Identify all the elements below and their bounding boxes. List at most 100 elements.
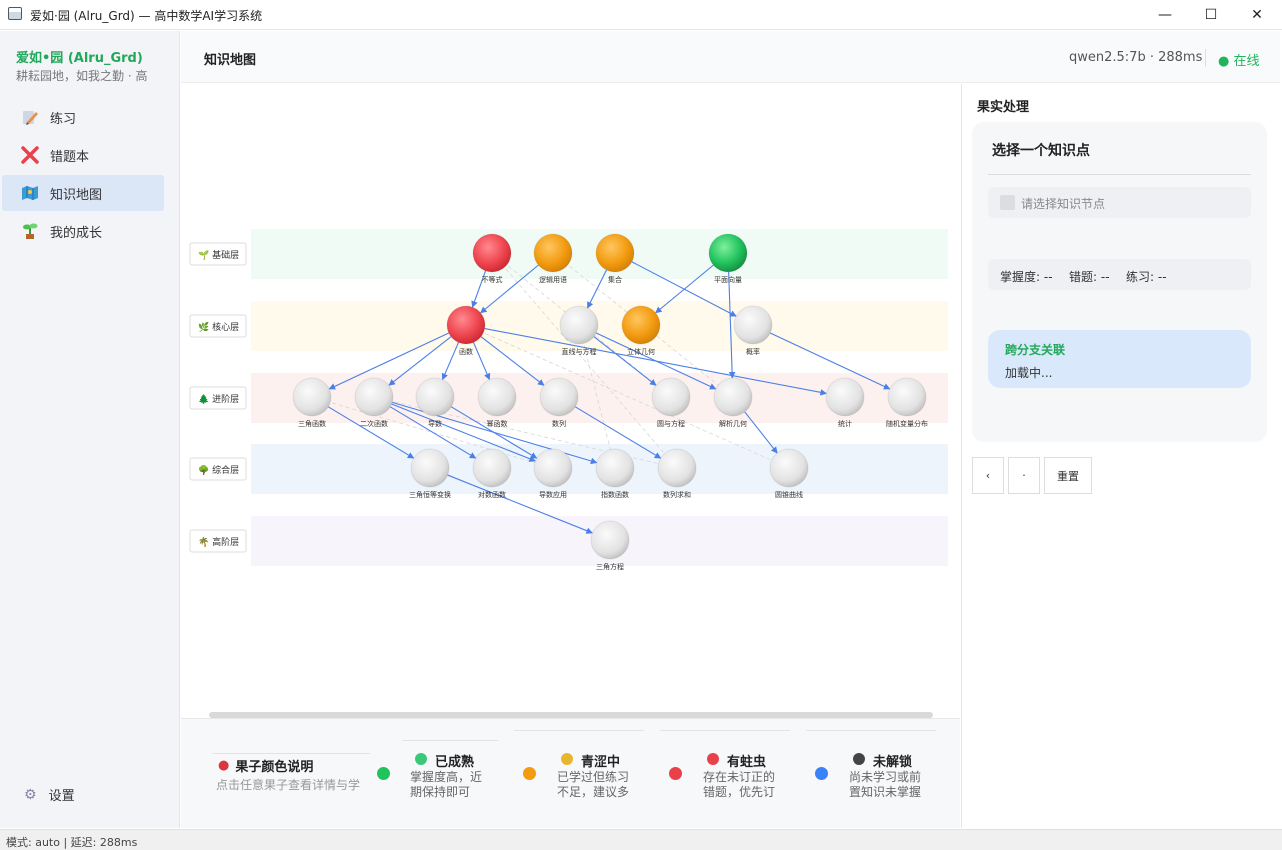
legend-title-text: 果子颜色说明 bbox=[235, 760, 314, 775]
maximize-button[interactable]: ☐ bbox=[1188, 0, 1234, 30]
green-dot bbox=[523, 767, 536, 780]
legend-hint: 点击任意果子查看详情与学 bbox=[216, 778, 361, 792]
brand-name: 爱如•园 (Alru_Grd) bbox=[16, 51, 143, 66]
knowledge-node[interactable]: 立体几何 bbox=[621, 305, 661, 356]
fruit-grey bbox=[533, 448, 573, 488]
close-button[interactable]: ✕ bbox=[1234, 0, 1280, 30]
fruit-grey bbox=[651, 377, 691, 417]
legend-desc: 尚未学习或前置知识未掌握 bbox=[849, 770, 922, 799]
node-label: 直线与方程 bbox=[562, 347, 597, 356]
knowledge-node[interactable]: 指数函数 bbox=[595, 448, 635, 499]
sidebar-item-label: 知识地图 bbox=[50, 187, 103, 203]
app-icon bbox=[8, 7, 22, 20]
sidebar-item-knowledge-map[interactable]: 知识地图 bbox=[2, 175, 164, 211]
cross-branch-title: 跨分支关联 bbox=[1005, 343, 1066, 357]
knowledge-map[interactable]: 🌱 基础层 🌿 核心层 🌲 进阶层 🌳 综合层 🌴 高阶层 不等式 逻辑用语 集合 平面向量函… bbox=[181, 84, 959, 718]
brand-motto: 耕耘园地，如我之勤 · 高 bbox=[16, 69, 148, 83]
knowledge-node[interactable]: 三角函数 bbox=[292, 377, 332, 428]
knowledge-node[interactable]: 三角恒等变换 bbox=[409, 448, 451, 499]
knowledge-node[interactable]: 对数函数 bbox=[472, 448, 512, 499]
node-label: 数列 bbox=[552, 419, 566, 428]
locked-dot bbox=[815, 767, 828, 780]
node-label: 概率 bbox=[746, 347, 760, 356]
fruit-grey bbox=[415, 377, 455, 417]
fruit-green bbox=[621, 305, 661, 345]
knowledge-node[interactable]: 直线与方程 bbox=[559, 305, 599, 356]
sidebar-item-wrongbook[interactable]: 错题本 bbox=[2, 137, 164, 173]
zoom-button[interactable]: · bbox=[1008, 457, 1040, 494]
knowledge-node[interactable]: 逻辑用语 bbox=[533, 233, 573, 284]
practice-count: 练习: -- bbox=[1126, 270, 1167, 284]
node-label: 函数 bbox=[459, 347, 473, 356]
prev-button[interactable]: ‹ bbox=[972, 457, 1004, 494]
legend-name: 有蛀虫 bbox=[727, 755, 767, 770]
knowledge-node[interactable]: 随机变量分布 bbox=[886, 377, 928, 428]
fruit-bug bbox=[446, 305, 486, 345]
node-label: 不等式 bbox=[482, 275, 503, 284]
node-select[interactable]: 请选择知识节点 bbox=[988, 187, 1251, 218]
fruit-green bbox=[595, 233, 635, 273]
status-bar: 模式: auto | 延迟: 288ms bbox=[0, 829, 1282, 850]
legend-desc: 存在未订正的错题，优先订正，复习 bbox=[703, 770, 776, 799]
node-label: 导数应用 bbox=[539, 490, 567, 499]
node-label: 随机变量分布 bbox=[886, 419, 928, 428]
sidebar: 爱如•园 (Alru_Grd) 耕耘园地，如我之勤 · 高 练习 错题本 知识地… bbox=[0, 31, 180, 828]
knowledge-node[interactable]: 数列求和 bbox=[657, 448, 697, 499]
cross-branch-card: 跨分支关联 加载中... bbox=[988, 330, 1251, 388]
layer-label-text: 🌿 核心层 bbox=[198, 321, 239, 333]
ripe-fruit-icon bbox=[415, 753, 427, 765]
layer-label[interactable]: 🌳 综合层 bbox=[189, 457, 247, 481]
fruit-grey bbox=[769, 448, 809, 488]
node-label: 对数函数 bbox=[478, 490, 506, 499]
mastery-value: 掌握度: -- bbox=[1000, 270, 1053, 284]
select-box-icon bbox=[1000, 195, 1015, 210]
fruit-grey bbox=[825, 377, 865, 417]
sidebar-item-label: 错题本 bbox=[50, 149, 90, 165]
reset-button[interactable]: 重置 bbox=[1044, 457, 1092, 494]
layer-label[interactable]: 🌴 高阶层 bbox=[189, 529, 247, 553]
legend-desc: 已学过但练习不足，建议多做习题 bbox=[557, 770, 630, 799]
sidebar-item-label: 练习 bbox=[50, 111, 77, 127]
wrong-count: 错题: -- bbox=[1069, 270, 1110, 284]
fruit-grey bbox=[292, 377, 332, 417]
knowledge-map-canvas[interactable]: 🌱 基础层 🌿 核心层 🌲 进阶层 🌳 综合层 🌴 高阶层 不等式 逻辑用语 集合 平面向量函… bbox=[181, 84, 959, 716]
node-label: 圆与方程 bbox=[657, 419, 685, 428]
knowledge-node[interactable]: 二次函数 bbox=[354, 377, 394, 428]
select-placeholder: 请选择知识节点 bbox=[1021, 197, 1106, 211]
layer-label[interactable]: 🌲 进阶层 bbox=[189, 386, 247, 410]
fruit-grey bbox=[713, 377, 753, 417]
sidebar-item-growth[interactable]: 我的成长 bbox=[2, 213, 164, 249]
legend-divider bbox=[212, 753, 370, 754]
header-divider bbox=[1205, 49, 1206, 67]
layer-label[interactable]: 🌿 核心层 bbox=[189, 314, 247, 338]
panel-title: 果实处理 bbox=[977, 100, 1030, 115]
minimize-button[interactable]: — bbox=[1142, 0, 1188, 30]
green-fruit-icon bbox=[561, 753, 573, 765]
fruit-grey bbox=[410, 448, 450, 488]
legend-name: 已成熟 bbox=[435, 755, 475, 770]
layer-label-text: 🌲 进阶层 bbox=[198, 393, 239, 405]
node-label: 导数 bbox=[428, 419, 442, 428]
knowledge-node[interactable]: 导数应用 bbox=[533, 448, 573, 499]
layer-label-text: 🌴 高阶层 bbox=[198, 536, 239, 548]
knowledge-node[interactable]: 平面向量 bbox=[708, 233, 748, 284]
settings-button[interactable]: ⚙ 设置 bbox=[24, 785, 75, 805]
knowledge-node[interactable]: 三角方程 bbox=[590, 520, 630, 571]
knowledge-node[interactable]: 圆锥曲线 bbox=[769, 448, 809, 499]
fruit-grey bbox=[539, 377, 579, 417]
page-header: 知识地图 qwen2.5:7b · 288ms ● 在线 bbox=[181, 31, 1280, 83]
fruit-grey bbox=[477, 377, 517, 417]
fruit-grey bbox=[657, 448, 697, 488]
node-label: 圆锥曲线 bbox=[775, 490, 803, 499]
title-bar: 爱如·园 (Alru_Grd) — 高中数学AI学习系统 — ☐ ✕ bbox=[0, 0, 1282, 30]
layer-label[interactable]: 🌱 基础层 bbox=[189, 242, 247, 266]
node-label: 幂函数 bbox=[487, 419, 508, 428]
sidebar-item-practice[interactable]: 练习 bbox=[2, 99, 164, 135]
fruit-grey bbox=[590, 520, 630, 560]
knowledge-node[interactable]: 解析几何 bbox=[713, 377, 753, 428]
layer-label-text: 🌱 基础层 bbox=[198, 249, 239, 261]
node-label: 解析几何 bbox=[719, 419, 747, 428]
legend-title: ● 果子颜色说明 bbox=[218, 756, 313, 775]
node-label: 三角方程 bbox=[596, 562, 624, 571]
knowledge-node[interactable]: 圆与方程 bbox=[651, 377, 691, 428]
